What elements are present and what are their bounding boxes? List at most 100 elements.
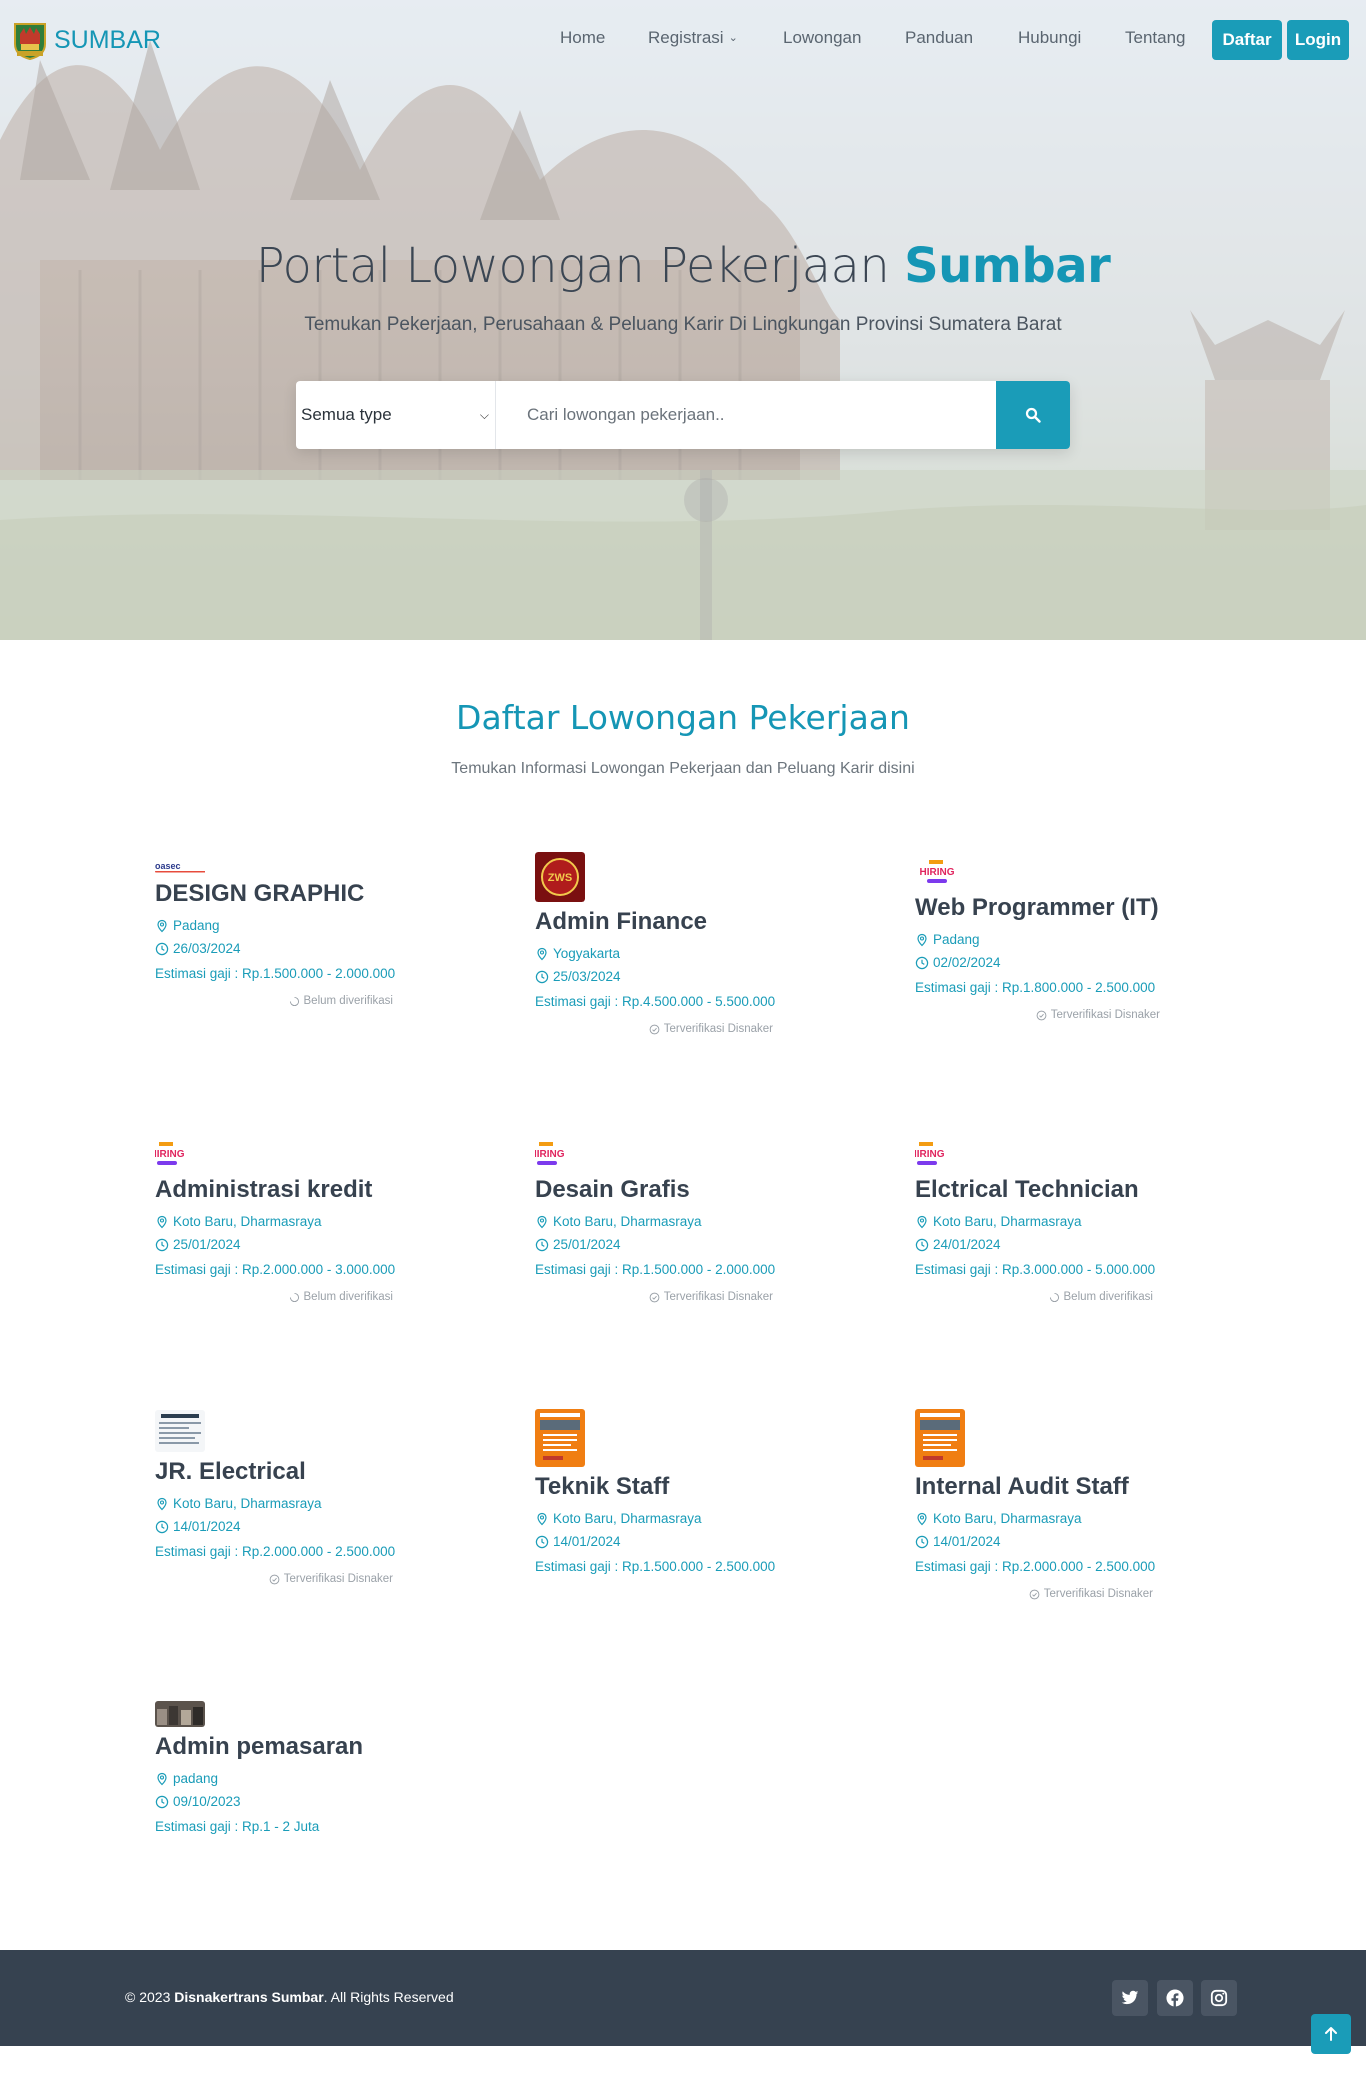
clock-icon bbox=[155, 1238, 169, 1251]
copyright-org[interactable]: Disnakertrans Sumbar bbox=[174, 1989, 323, 2005]
svg-text:HIRING: HIRING bbox=[155, 1149, 185, 1160]
job-location: Padang bbox=[155, 918, 435, 933]
login-button[interactable]: Login bbox=[1287, 20, 1349, 60]
nav-registrasi[interactable]: Registrasi ⌄ bbox=[648, 28, 738, 48]
job-date: 14/01/2024 bbox=[535, 1534, 815, 1549]
back-to-top-button[interactable] bbox=[1311, 2014, 1351, 2054]
job-title[interactable]: DESIGN GRAPHIC bbox=[155, 880, 435, 908]
search-input[interactable] bbox=[497, 381, 997, 449]
job-salary: Estimasi gaji : Rp.2.000.000 - 2.500.000 bbox=[155, 1544, 396, 1559]
job-title[interactable]: JR. Electrical bbox=[155, 1458, 435, 1486]
job-location: Padang bbox=[915, 932, 1195, 947]
job-date: 26/03/2024 bbox=[155, 941, 435, 956]
job-card[interactable]: Teknik Staff Koto Baru, Dharmasraya 14/0… bbox=[535, 1409, 815, 1574]
copyright-suffix: . All Rights Reserved bbox=[323, 1989, 454, 2005]
job-location: Koto Baru, Dharmasraya bbox=[155, 1496, 435, 1511]
job-location-text: Koto Baru, Dharmasraya bbox=[553, 1511, 702, 1526]
orange-poster-icon bbox=[535, 1409, 585, 1467]
facebook-link[interactable] bbox=[1157, 1980, 1193, 2016]
nav-lowongan[interactable]: Lowongan bbox=[783, 28, 861, 48]
job-location-text: Yogyakarta bbox=[553, 946, 621, 961]
clock-icon bbox=[155, 1520, 169, 1533]
verification-status-text: Terverifikasi Disnaker bbox=[1050, 1009, 1160, 1021]
job-location: Koto Baru, Dharmasraya bbox=[535, 1214, 815, 1229]
job-card[interactable]: Admin pemasaran padang 09/10/2023 Estima… bbox=[155, 1701, 435, 1834]
nav-hubungi[interactable]: Hubungi bbox=[1018, 28, 1081, 48]
clock-icon bbox=[915, 1535, 929, 1548]
map-pin-icon bbox=[917, 933, 927, 946]
job-title[interactable]: Elctrical Technician bbox=[915, 1176, 1195, 1204]
job-salary: Estimasi gaji : Rp.1 - 2 Juta bbox=[155, 1819, 320, 1834]
nav-home[interactable]: Home bbox=[560, 28, 605, 48]
check-circle-icon bbox=[1029, 1589, 1040, 1599]
twitter-link[interactable] bbox=[1112, 1980, 1148, 2016]
check-circle-icon bbox=[1036, 1010, 1047, 1020]
check-circle-icon bbox=[649, 1024, 660, 1034]
instagram-link[interactable] bbox=[1201, 1980, 1237, 2016]
job-date-text: 26/03/2024 bbox=[173, 941, 241, 956]
verification-status: Belum diverifikasi bbox=[915, 1291, 1153, 1303]
verification-status-text: Terverifikasi Disnaker bbox=[663, 1291, 773, 1303]
job-card[interactable]: HIRING Desain Grafis Koto Baru, Dharmasr… bbox=[535, 1140, 815, 1303]
job-card[interactable]: HIRING Administrasi kredit Koto Baru, Dh… bbox=[155, 1140, 435, 1303]
verification-status: Terverifikasi Disnaker bbox=[535, 1023, 773, 1035]
pending-icon bbox=[289, 1292, 299, 1302]
clock-icon bbox=[915, 1238, 929, 1251]
nav-tentang[interactable]: Tentang bbox=[1125, 28, 1186, 48]
verification-status: Terverifikasi Disnaker bbox=[535, 1291, 773, 1303]
svg-text:HIRING: HIRING bbox=[915, 1149, 945, 1160]
job-date-text: 02/02/2024 bbox=[933, 955, 1001, 970]
job-title[interactable]: Web Programmer (IT) bbox=[915, 894, 1195, 922]
job-location: Yogyakarta bbox=[535, 946, 815, 961]
photo-thumb-icon bbox=[155, 1701, 205, 1727]
clock-icon bbox=[915, 956, 929, 969]
job-card[interactable]: oasec DESIGN GRAPHIC Padang 26/03/2024 E… bbox=[155, 860, 435, 1007]
instagram-icon bbox=[1210, 1989, 1228, 2007]
register-button[interactable]: Daftar bbox=[1212, 20, 1282, 60]
job-location-text: Padang bbox=[173, 918, 220, 933]
verification-status: Belum diverifikasi bbox=[155, 1291, 393, 1303]
job-date-text: 09/10/2023 bbox=[173, 1794, 241, 1809]
map-pin-icon bbox=[157, 919, 167, 932]
job-date-text: 24/01/2024 bbox=[933, 1237, 1001, 1252]
job-salary: Estimasi gaji : Rp.1.500.000 - 2.000.000 bbox=[535, 1262, 776, 1277]
job-title[interactable]: Admin Finance bbox=[535, 908, 815, 936]
job-card[interactable]: JR. Electrical Koto Baru, Dharmasraya 14… bbox=[155, 1410, 435, 1585]
job-location: Koto Baru, Dharmasraya bbox=[915, 1214, 1195, 1229]
hiring-badge-icon: HIRING bbox=[915, 1142, 945, 1165]
job-location: padang bbox=[155, 1771, 435, 1786]
map-pin-icon bbox=[537, 947, 547, 960]
clock-icon bbox=[155, 942, 169, 955]
copyright: © 2023 Disnakertrans Sumbar. All Rights … bbox=[125, 1989, 454, 2005]
job-date-text: 25/01/2024 bbox=[173, 1237, 241, 1252]
job-title[interactable]: Admin pemasaran bbox=[155, 1733, 435, 1761]
search-button[interactable] bbox=[996, 381, 1070, 449]
job-date: 25/03/2024 bbox=[535, 969, 815, 984]
job-title[interactable]: Teknik Staff bbox=[535, 1473, 815, 1501]
nav-panduan[interactable]: Panduan bbox=[905, 28, 973, 48]
verification-status-text: Belum diverifikasi bbox=[1063, 1291, 1153, 1303]
hiring-badge-icon: HIRING bbox=[535, 1142, 565, 1165]
job-title[interactable]: Administrasi kredit bbox=[155, 1176, 435, 1204]
job-title[interactable]: Internal Audit Staff bbox=[915, 1473, 1195, 1501]
orange-poster-icon bbox=[915, 1409, 965, 1467]
chevron-down-icon: ⌄ bbox=[728, 32, 738, 44]
svg-text:ZWS: ZWS bbox=[548, 872, 572, 884]
job-location-text: Koto Baru, Dharmasraya bbox=[553, 1214, 702, 1229]
svg-text:HIRING: HIRING bbox=[920, 867, 955, 878]
job-card[interactable]: ZWS Admin Finance Yogyakarta 25/03/2024 … bbox=[535, 852, 815, 1035]
job-card[interactable]: Internal Audit Staff Koto Baru, Dharmasr… bbox=[915, 1409, 1195, 1600]
job-card[interactable]: HIRING Elctrical Technician Koto Baru, D… bbox=[915, 1140, 1195, 1303]
top-navbar: SUMBAR Home Registrasi ⌄ Lowongan Panduan… bbox=[0, 0, 1366, 80]
job-title[interactable]: Desain Grafis bbox=[535, 1176, 815, 1204]
hiring-badge-icon: HIRING bbox=[920, 860, 955, 883]
job-date: 25/01/2024 bbox=[155, 1237, 435, 1252]
job-date: 24/01/2024 bbox=[915, 1237, 1195, 1252]
job-type-select[interactable]: Semua type ⌵ bbox=[296, 381, 496, 449]
job-card[interactable]: HIRING Web Programmer (IT) Padang 02/02/… bbox=[915, 858, 1195, 1021]
job-location-text: Koto Baru, Dharmasraya bbox=[173, 1496, 322, 1511]
nav-registrasi-label: Registrasi bbox=[648, 28, 724, 47]
section-title: Daftar Lowongan Pekerjaan bbox=[456, 698, 910, 737]
hero-subtitle: Temukan Pekerjaan, Perusahaan & Peluang … bbox=[304, 314, 1062, 335]
clock-icon bbox=[535, 1238, 549, 1251]
